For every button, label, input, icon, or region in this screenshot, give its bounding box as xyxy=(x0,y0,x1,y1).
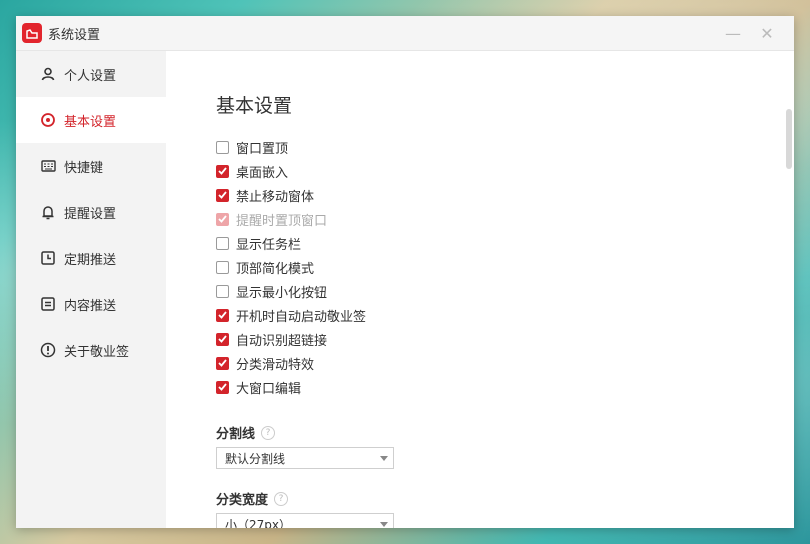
bell-icon xyxy=(40,204,56,220)
person-icon xyxy=(40,66,56,82)
divider-section-label: 分割线 ? xyxy=(216,423,276,442)
sidebar-item-label: 快捷键 xyxy=(64,160,104,176)
checkbox-label: 提醒时置顶窗口 xyxy=(236,213,328,229)
sidebar-item-label: 定期推送 xyxy=(64,252,117,268)
checkbox-checked[interactable] xyxy=(216,356,229,370)
checkbox-label: 自动识别超链接 xyxy=(236,333,328,349)
keyboard-icon xyxy=(40,158,56,174)
checkbox-label: 显示最小化按钮 xyxy=(236,285,328,301)
clock-icon xyxy=(40,250,56,266)
checkbox-label: 桌面嵌入 xyxy=(236,165,289,181)
checkbox-unchecked[interactable] xyxy=(216,140,229,154)
minimize-icon[interactable]: — xyxy=(716,16,750,50)
category-width-label: 分类宽度 xyxy=(216,493,269,508)
close-icon[interactable]: ✕ xyxy=(750,16,784,50)
checkbox-checked-disabled xyxy=(216,212,229,226)
sidebar-item-label: 提醒设置 xyxy=(64,206,117,222)
checkbox-disable-move[interactable]: 禁止移动窗体 xyxy=(216,183,366,207)
sidebar: 个人设置 基本设置 快捷键 提醒设置 定期推送 内容推送 关于敬业签 xyxy=(16,51,166,528)
category-width-select-value: 小（27px） xyxy=(225,517,291,529)
sidebar-item-label: 基本设置 xyxy=(64,114,117,130)
checkbox-label: 开机时自动启动敬业签 xyxy=(236,309,367,325)
sidebar-item-scheduled-push[interactable]: 定期推送 xyxy=(16,235,166,281)
checkbox-simple-top-mode[interactable]: 顶部简化模式 xyxy=(216,255,366,279)
sidebar-item-label: 关于敬业签 xyxy=(64,344,130,360)
checkbox-unchecked[interactable] xyxy=(216,260,229,274)
checkbox-checked[interactable] xyxy=(216,380,229,394)
help-icon[interactable]: ? xyxy=(274,491,289,506)
checkbox-checked[interactable] xyxy=(216,164,229,178)
sidebar-item-personal[interactable]: 个人设置 xyxy=(16,51,166,97)
checkbox-slide-effect[interactable]: 分类滑动特效 xyxy=(216,351,366,375)
checkbox-desktop-embed[interactable]: 桌面嵌入 xyxy=(216,159,366,183)
checkbox-unchecked[interactable] xyxy=(216,284,229,298)
sidebar-item-reminder[interactable]: 提醒设置 xyxy=(16,189,166,235)
app-logo-icon xyxy=(22,23,42,43)
checkbox-reminder-on-top: 提醒时置顶窗口 xyxy=(216,207,366,231)
scrollbar[interactable] xyxy=(786,109,792,169)
checkbox-label: 禁止移动窗体 xyxy=(236,189,315,205)
checkbox-list: 窗口置顶 桌面嵌入 禁止移动窗体 提醒时置顶窗口 显示任务栏 顶部简化模式 显示… xyxy=(216,135,366,399)
settings-content: 基本设置 窗口置顶 桌面嵌入 禁止移动窗体 提醒时置顶窗口 显示任务栏 顶部简化… xyxy=(166,51,794,528)
sidebar-item-basic[interactable]: 基本设置 xyxy=(16,97,166,143)
category-width-select[interactable]: 小（27px） xyxy=(216,513,394,528)
window-title: 系统设置 xyxy=(48,27,101,43)
divider-select-value: 默认分割线 xyxy=(225,451,286,466)
checkbox-checked[interactable] xyxy=(216,308,229,322)
checkbox-window-on-top[interactable]: 窗口置顶 xyxy=(216,135,366,159)
page-title: 基本设置 xyxy=(216,95,293,117)
checkbox-label: 顶部简化模式 xyxy=(236,261,315,277)
settings-window: 系统设置 — ✕ 个人设置 基本设置 快捷键 提醒设置 定期推送 内容推送 关于… xyxy=(16,16,794,528)
divider-select[interactable]: 默认分割线 xyxy=(216,447,394,469)
checkbox-label: 大窗口编辑 xyxy=(236,381,302,397)
checkbox-auto-link[interactable]: 自动识别超链接 xyxy=(216,327,366,351)
checkbox-unchecked[interactable] xyxy=(216,236,229,250)
checkbox-label: 分类滑动特效 xyxy=(236,357,315,373)
sidebar-item-shortcuts[interactable]: 快捷键 xyxy=(16,143,166,189)
title-bar[interactable]: 系统设置 — ✕ xyxy=(16,16,794,51)
info-icon xyxy=(40,342,56,358)
sidebar-item-about[interactable]: 关于敬业签 xyxy=(16,327,166,373)
checkbox-show-minimize[interactable]: 显示最小化按钮 xyxy=(216,279,366,303)
document-icon xyxy=(40,296,56,312)
checkbox-checked[interactable] xyxy=(216,188,229,202)
divider-label: 分割线 xyxy=(216,427,256,442)
dropdown-arrow-icon xyxy=(380,522,388,527)
target-icon xyxy=(40,112,56,128)
checkbox-label: 窗口置顶 xyxy=(236,141,289,157)
sidebar-item-label: 内容推送 xyxy=(64,298,117,314)
checkbox-checked[interactable] xyxy=(216,332,229,346)
category-width-section-label: 分类宽度 ? xyxy=(216,489,289,508)
checkbox-large-edit[interactable]: 大窗口编辑 xyxy=(216,375,366,399)
dropdown-arrow-icon xyxy=(380,456,388,461)
checkbox-auto-start[interactable]: 开机时自动启动敬业签 xyxy=(216,303,366,327)
checkbox-show-taskbar[interactable]: 显示任务栏 xyxy=(216,231,366,255)
checkbox-label: 显示任务栏 xyxy=(236,237,302,253)
help-icon[interactable]: ? xyxy=(261,425,276,440)
sidebar-item-content-push[interactable]: 内容推送 xyxy=(16,281,166,327)
sidebar-item-label: 个人设置 xyxy=(64,68,117,84)
